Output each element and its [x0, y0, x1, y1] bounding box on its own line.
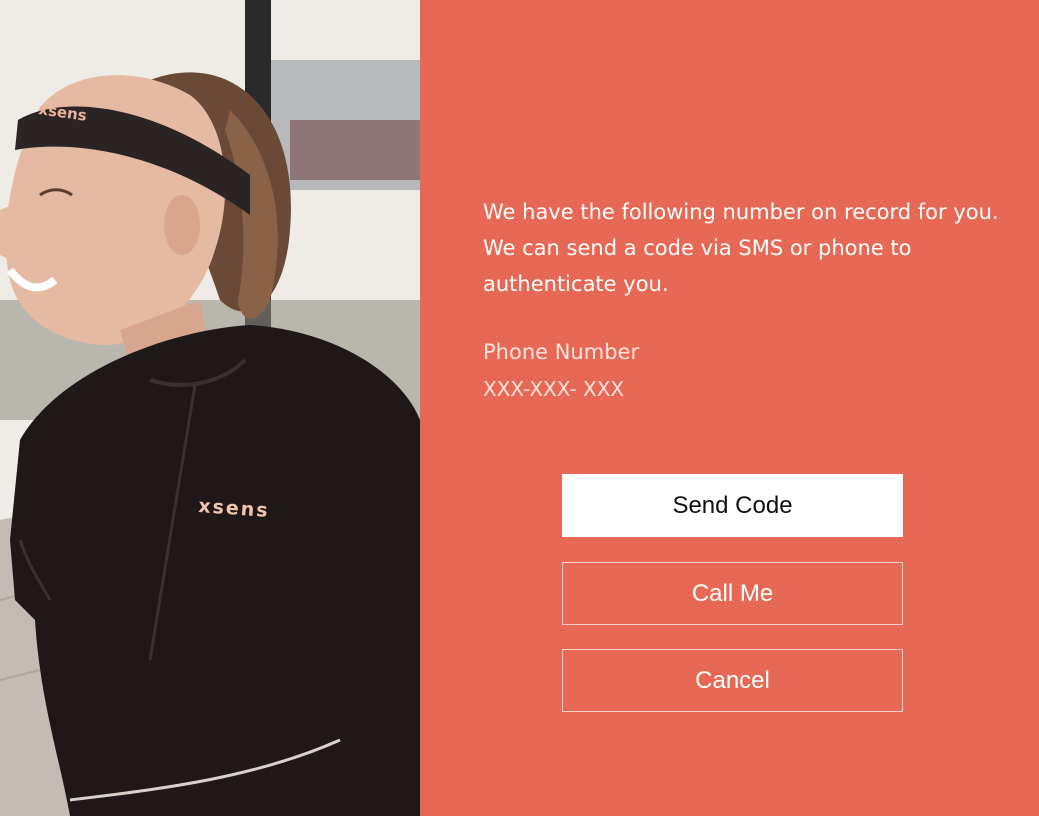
auth-page: xsens xsens We have the following number…: [0, 0, 1039, 816]
call-me-button[interactable]: Call Me: [562, 562, 903, 625]
send-code-button[interactable]: Send Code: [562, 474, 903, 537]
phone-number-label: Phone Number: [483, 340, 640, 364]
cancel-button[interactable]: Cancel: [562, 649, 903, 712]
hero-photo: xsens xsens: [0, 0, 420, 816]
send-code-label: Send Code: [672, 491, 793, 519]
call-me-label: Call Me: [691, 579, 774, 607]
auth-panel: We have the following number on record f…: [420, 0, 1039, 816]
auth-message: We have the following number on record f…: [483, 200, 999, 296]
cancel-label: Cancel: [695, 666, 770, 694]
phone-number-value: XXX-XXX- XXX: [483, 377, 625, 401]
